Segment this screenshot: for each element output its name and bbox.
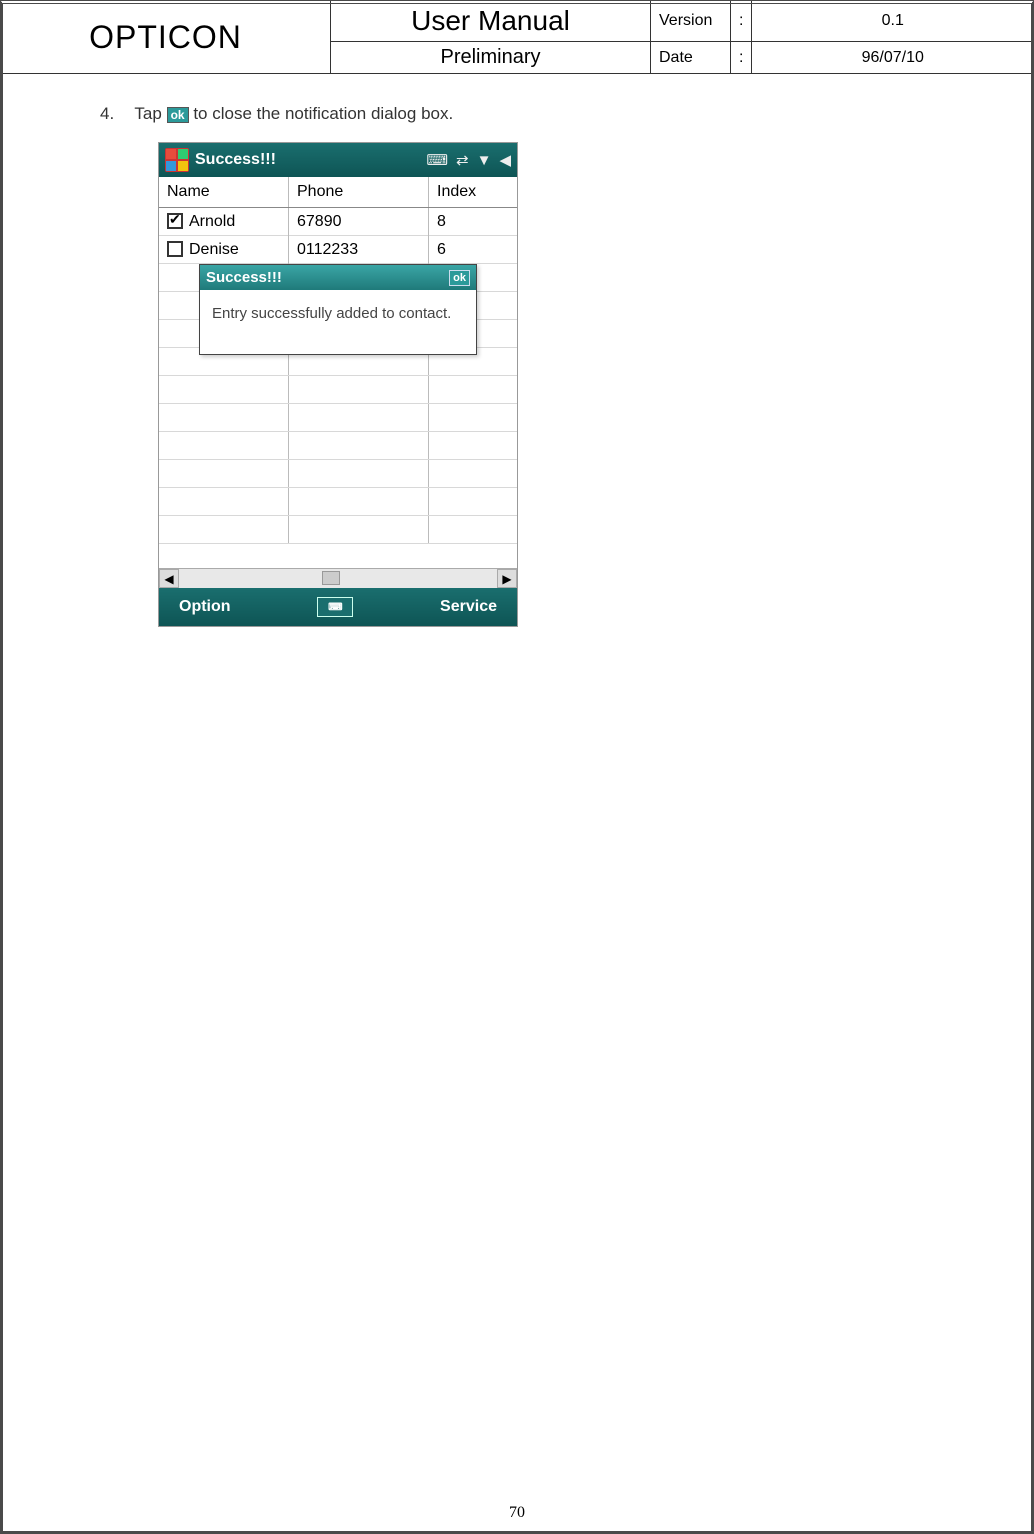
dialog-message: Entry successfully added to contact. [200,290,476,354]
horizontal-scrollbar[interactable]: ◀ ▶ [159,568,517,588]
list-body: Arnold 67890 8 Denise 0112233 6 Success!… [159,208,517,568]
checkbox-icon[interactable] [167,213,183,229]
cell-phone: 0112233 [289,235,429,265]
dialog-title-text: Success!!! [206,269,282,286]
dialog-titlebar: Success!!! ok [200,265,476,290]
success-dialog: Success!!! ok Entry successfully added t… [199,264,477,355]
checkbox-icon[interactable] [167,241,183,257]
list-row[interactable]: Arnold 67890 8 [159,208,517,236]
cell-name: Arnold [189,213,235,230]
scroll-thumb[interactable] [322,571,340,585]
list-row[interactable]: Denise 0112233 6 [159,236,517,264]
page-number: 70 [0,1504,1034,1522]
cell-index: 6 [429,235,517,265]
dialog-ok-button[interactable]: ok [449,270,470,286]
device-screenshot: Success!!! ⌨ ⇄ ▼ ◀ Name Phone Index Arno… [158,142,518,627]
cell-index: 8 [429,208,517,237]
scroll-track[interactable] [179,569,497,588]
start-icon[interactable] [165,148,189,172]
cell-phone: 67890 [289,208,429,237]
cell-name: Denise [189,241,239,258]
